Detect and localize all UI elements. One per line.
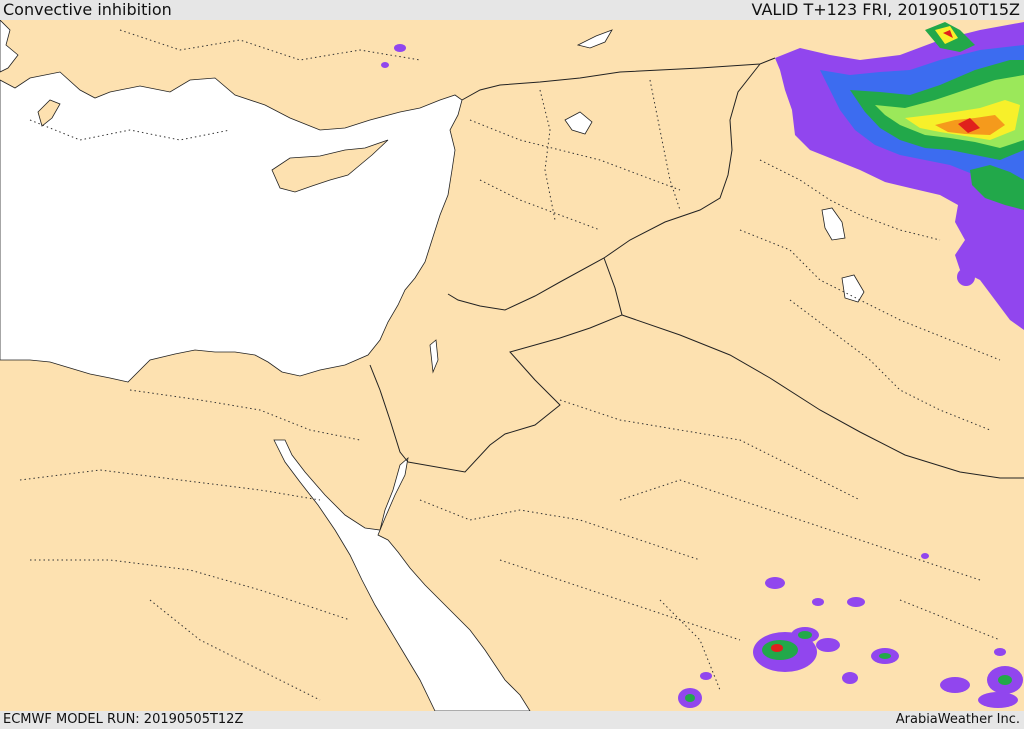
footer-bar: ECMWF MODEL RUN: 20190505T12Z ArabiaWeat… [0, 711, 1024, 729]
map-canvas [0, 20, 1024, 711]
credit-label: ArabiaWeather Inc. [895, 712, 1020, 727]
model-run: ECMWF MODEL RUN: 20190505T12Z [3, 712, 244, 727]
header-bar: Convective inhibition VALID T+123 FRI, 2… [0, 0, 1024, 20]
map-title: Convective inhibition [3, 0, 172, 19]
valid-time: VALID T+123 FRI, 20190510T15Z [751, 0, 1020, 19]
